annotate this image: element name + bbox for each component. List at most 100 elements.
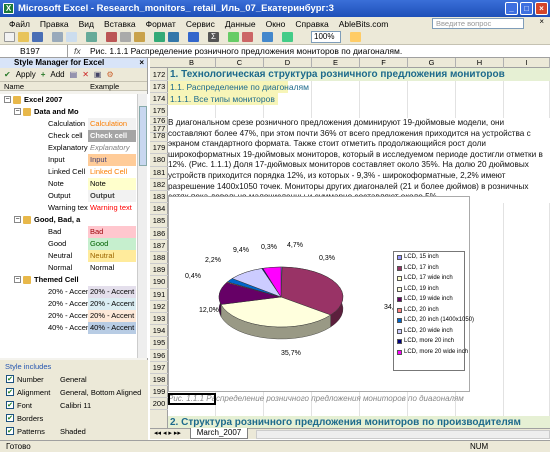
style-tree-row[interactable]: Check cell Check cell [0,130,148,142]
spelling-icon[interactable] [86,32,97,42]
analysis-paragraph[interactable]: В диагональном срезе розничного предложе… [168,118,550,203]
row-header[interactable]: 190 [150,276,168,289]
menu-help[interactable]: Справка [290,19,333,29]
row-header[interactable]: 187 [150,240,168,252]
sort-asc-icon[interactable] [228,32,239,42]
sheet-tab-march-2007[interactable]: March_2007 [190,428,248,439]
row-header[interactable]: 181 [150,167,168,179]
include-checkbox[interactable]: ✔ [6,427,14,435]
style-tree-row[interactable]: Linked Cell Linked Cell [0,166,148,178]
options-icon[interactable]: ⚙ [106,68,113,81]
row-header[interactable]: 194 [150,325,168,338]
style-tree-row[interactable]: Input Input [0,154,148,166]
column-header[interactable]: D [264,58,312,68]
style-tree-row[interactable]: − Themed Cell [0,274,148,286]
row-header[interactable]: 200 [150,398,168,410]
row-header[interactable]: 179 [150,142,168,155]
row-header[interactable]: 173 [150,81,168,93]
maximize-button[interactable]: □ [520,2,533,15]
menu-format[interactable]: Формат [141,19,181,29]
heading-2[interactable]: 2. Структура розничного предложения мони… [168,416,550,428]
style-tree-row[interactable]: Explanatory Explanatory [0,142,148,154]
heading-1-1[interactable]: 1.1. Распределение по диагоналям [168,81,309,93]
style-tree-row[interactable]: Good Good [0,238,148,250]
menu-ablebits[interactable]: AbleBits.com [334,19,394,29]
style-tree-row[interactable]: − Data and Mo [0,106,148,118]
include-checkbox[interactable]: ✔ [6,375,14,383]
row-header[interactable]: 184 [150,203,168,216]
open-icon[interactable] [18,32,29,42]
copy-icon[interactable] [120,32,131,42]
heading-1-1-1[interactable]: 1.1.1. Все типы мониторов [168,93,278,105]
menu-view[interactable]: Вид [74,19,99,29]
style-tree-row[interactable]: − Excel 2007 [0,94,148,106]
style-tree-row[interactable]: Neutral Neutral [0,250,148,262]
pane-close-icon[interactable]: × [139,58,144,68]
row-header[interactable]: 182 [150,179,168,191]
row-header[interactable]: 199 [150,386,168,398]
column-header[interactable]: B [168,58,216,68]
menu-tools[interactable]: Сервис [181,19,220,29]
style-tree-row[interactable]: 20% - Accen 20% - Accent 6 [0,310,148,322]
close-button[interactable]: × [535,2,548,15]
paste-icon[interactable] [134,32,145,42]
menu-window[interactable]: Окно [261,19,291,29]
row-header[interactable]: 197 [150,362,168,374]
menu-edit[interactable]: Правка [35,19,74,29]
column-header[interactable]: H [456,58,504,68]
horizontal-scrollbar[interactable] [256,430,550,439]
example-column-header[interactable]: Example [90,82,119,91]
help-search-input[interactable]: Введите вопрос [432,18,524,29]
row-header[interactable]: 191 [150,289,168,301]
formula-input[interactable]: Рис. 1.1.1 Распределение розничного пред… [90,45,402,57]
style-tree-row[interactable]: Note Note [0,178,148,190]
style-tree-row[interactable]: Output Output [0,190,148,202]
row-header[interactable]: 183 [150,191,168,204]
column-header[interactable]: E [312,58,360,68]
row-header[interactable]: 172 [150,68,168,81]
menu-insert[interactable]: Вставка [99,19,141,29]
hyperlink-icon[interactable] [188,32,199,42]
edit-style-icon[interactable]: ▤ [70,68,78,81]
save-icon[interactable] [32,32,43,42]
column-header[interactable]: F [360,58,408,68]
redo-icon[interactable] [168,32,179,42]
print-icon[interactable] [52,32,63,42]
column-header[interactable]: C [216,58,264,68]
collapse-icon[interactable]: − [14,276,21,283]
add-button[interactable]: Add [50,68,64,81]
collapse-icon[interactable]: − [14,216,21,223]
row-header[interactable]: 193 [150,313,168,326]
close-workbook-icon[interactable]: × [539,17,544,26]
style-tree-scrollbar[interactable] [137,94,147,358]
style-tree-row[interactable]: Calculation Calculation [0,118,148,130]
pie-chart[interactable]: 0,3%34,9%35,7%12,0%0,4%2,2%9,4%0,3%4,7% … [168,196,474,392]
style-tree-row[interactable]: − Good, Bad, a [0,214,148,226]
heading-1[interactable]: 1. Технологическая структура розничного … [168,68,550,81]
collapse-icon[interactable]: − [4,96,11,103]
row-header[interactable]: 180 [150,154,168,167]
row-header[interactable]: 192 [150,301,168,313]
worksheet-grid[interactable]: BCDEFGHI 172 173 174 175 176 177 178 179 180 181 1… [150,58,550,428]
column-header[interactable]: G [408,58,456,68]
row-header[interactable]: 189 [150,264,168,277]
zoom-select[interactable]: 100% [311,31,341,43]
column-header[interactable]: I [504,58,550,68]
import-icon[interactable]: ▣ [94,68,102,81]
sort-desc-icon[interactable] [242,32,253,42]
scrollbar-thumb[interactable] [139,106,147,166]
drawing-icon[interactable] [282,32,293,42]
include-checkbox[interactable]: ✔ [6,388,14,396]
row-header[interactable]: 186 [150,228,168,240]
row-header[interactable]: 174 [150,93,168,105]
new-icon[interactable] [4,32,15,42]
delete-style-icon[interactable]: ✕ [82,68,89,81]
preview-icon[interactable] [66,32,77,42]
menu-data[interactable]: Данные [220,19,261,29]
cut-icon[interactable] [106,32,117,42]
row-header[interactable]: 196 [150,350,168,362]
chart-wizard-icon[interactable] [262,32,273,42]
style-tree-row[interactable]: 40% - Accen 40% - Accent 1 [0,322,148,334]
row-header[interactable]: 198 [150,374,168,386]
style-tree-row[interactable]: 20% - Accen 20% - Accent 5 [0,298,148,310]
